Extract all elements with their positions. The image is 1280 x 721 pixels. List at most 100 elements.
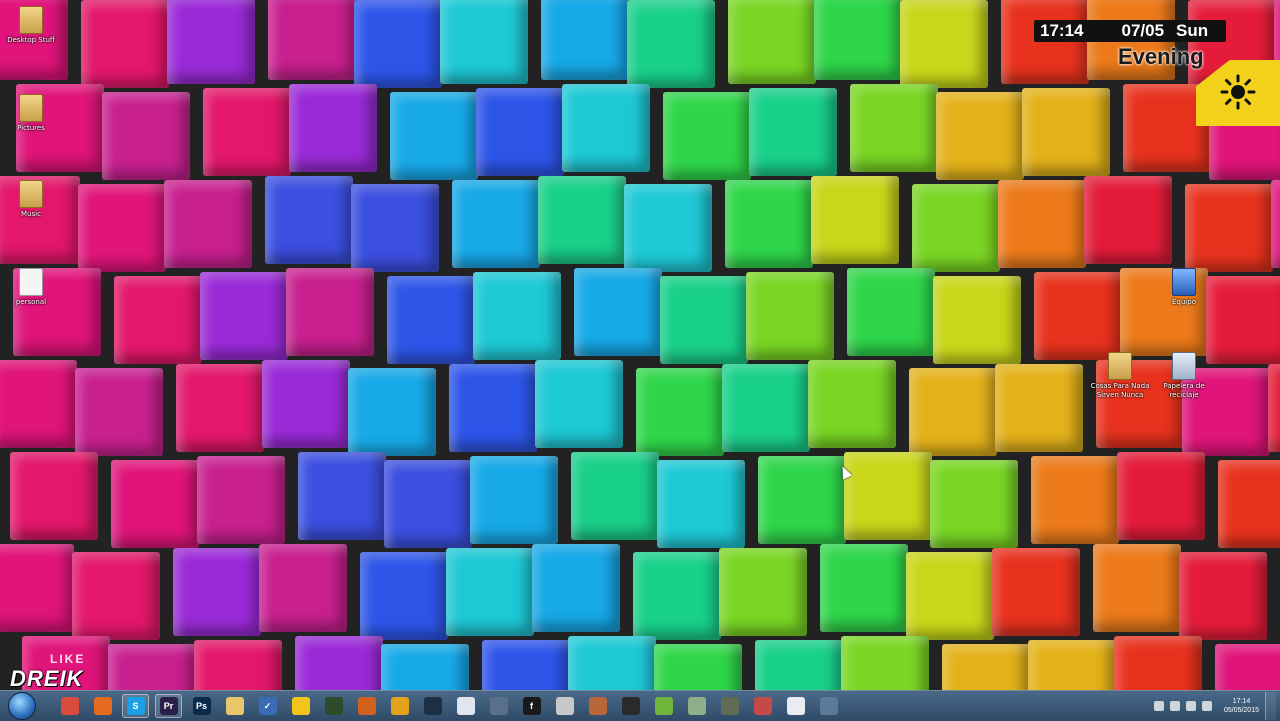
skype-taskbar-button[interactable]: S — [122, 694, 149, 718]
wallpaper-cube — [562, 84, 650, 172]
wallpaper-cube — [808, 360, 896, 448]
tray-time: 17:14 — [1232, 698, 1251, 705]
cookie-icon — [588, 697, 607, 715]
phone-taskbar-button[interactable] — [650, 694, 677, 718]
wallpaper-cube — [906, 552, 994, 640]
desktop-icon-recycle-bin[interactable]: Papelera de reciclaje — [1149, 352, 1219, 400]
tray-date: 05/05/2015 — [1223, 707, 1259, 714]
wallpaper-cube — [820, 544, 908, 632]
wallpaper-cube — [473, 272, 561, 360]
checkmark-taskbar-button[interactable]: ✓ — [254, 694, 281, 718]
wallpaper-cube — [176, 364, 264, 452]
video-taskbar-button[interactable] — [320, 694, 347, 718]
tray-volume-icon[interactable] — [1201, 701, 1212, 711]
terminal-taskbar-button[interactable] — [419, 694, 446, 718]
cookie-taskbar-button[interactable] — [584, 694, 611, 718]
wallpaper-cube — [657, 460, 745, 548]
recycle-bin-icon — [1172, 352, 1196, 380]
wallpaper-cube — [440, 0, 528, 84]
wallpaper-cube — [351, 184, 439, 272]
tray-chevron-icon[interactable] — [1153, 701, 1164, 711]
wallpaper-cube — [909, 368, 997, 456]
tray-network-icon[interactable] — [1185, 701, 1196, 711]
wallpaper-cube — [758, 456, 846, 544]
desktop-icon-label: Desktop Stuff — [7, 36, 55, 44]
firefox-taskbar-button[interactable] — [89, 694, 116, 718]
gamepad-taskbar-button[interactable] — [617, 694, 644, 718]
desktop-icon-pictures[interactable]: Pictures — [0, 94, 66, 133]
checkmark-icon: ✓ — [258, 697, 277, 715]
premiere-icon: Pr — [159, 697, 178, 715]
globe-taskbar-button[interactable] — [815, 694, 842, 718]
computer-icon — [1172, 268, 1196, 296]
wallpaper-cube — [942, 644, 1030, 690]
chrome-taskbar-button[interactable] — [56, 694, 83, 718]
photoshop-taskbar-button[interactable]: Ps — [188, 694, 215, 718]
wallpaper-cube — [725, 180, 813, 268]
desktop-icon-equipo[interactable]: Equipo — [1149, 268, 1219, 307]
wallpaper-cube — [1028, 640, 1116, 690]
tool-taskbar-button[interactable] — [485, 694, 512, 718]
folder-icon — [19, 6, 43, 34]
wallpaper-cube — [10, 452, 98, 540]
skype-icon: S — [126, 697, 145, 715]
wallpaper-cube — [719, 548, 807, 636]
wallpaper-cube — [203, 88, 291, 176]
web-taskbar-button[interactable] — [749, 694, 776, 718]
wallpaper-cube — [532, 544, 620, 632]
wallpaper-cube — [295, 636, 383, 690]
wallpaper-cube — [0, 544, 74, 632]
desktop-icon-cosas[interactable]: Cosas Para Nada Sirven Nunca — [1085, 352, 1155, 400]
desktop-icon-personal[interactable]: personal — [0, 268, 66, 307]
clock-bar: 17:14 07/05 Sun — [1034, 20, 1226, 42]
camera-taskbar-button[interactable] — [551, 694, 578, 718]
tool-icon — [489, 697, 508, 715]
wallpaper-cube — [568, 636, 656, 690]
wallpaper-cube — [850, 84, 938, 172]
box-taskbar-button[interactable] — [716, 694, 743, 718]
wallpaper-cube — [841, 636, 929, 690]
wallpaper-cube — [1114, 636, 1202, 690]
folder-taskbar-button[interactable] — [221, 694, 248, 718]
wallpaper-cube — [197, 456, 285, 544]
folder-icon — [1108, 352, 1132, 380]
watermark-brand: DREIK — [10, 666, 84, 690]
wallpaper-cube — [992, 548, 1080, 636]
wallpaper-cube — [636, 368, 724, 456]
wallpaper-cube — [1031, 456, 1119, 544]
chrome-icon — [60, 697, 79, 715]
network-icon — [687, 697, 706, 715]
start-button[interactable] — [8, 692, 36, 720]
wallpaper-cube — [482, 640, 570, 690]
document-taskbar-button[interactable] — [452, 694, 479, 718]
idea-taskbar-button[interactable] — [287, 694, 314, 718]
firefox-icon — [93, 697, 112, 715]
wallpaper-cube — [381, 644, 469, 690]
flash-taskbar-button[interactable]: f — [518, 694, 545, 718]
tray-clock[interactable]: 17:14 05/05/2015 — [1224, 697, 1259, 715]
premiere-taskbar-button[interactable]: Pr — [155, 694, 182, 718]
wallpaper-cube — [0, 360, 77, 448]
wallpaper-cube — [811, 176, 899, 264]
taskbar: S Pr Ps ✓ f 17:14 05/05/2015 — [0, 690, 1280, 721]
network-taskbar-button[interactable] — [683, 694, 710, 718]
lock-taskbar-button[interactable] — [386, 694, 413, 718]
desktop-icon-music[interactable]: Music — [0, 180, 66, 219]
wallpaper-cube — [998, 180, 1086, 268]
wallpaper-cube — [535, 360, 623, 448]
show-desktop-button[interactable] — [1265, 692, 1276, 720]
notepad-icon — [786, 697, 805, 715]
desktop-icon-desktop-stuff[interactable]: Desktop Stuff — [0, 6, 66, 45]
wallpaper-cube — [72, 552, 160, 640]
folder-icon — [19, 94, 43, 122]
wallpaper-cube — [446, 548, 534, 636]
wallpaper-cube — [164, 180, 252, 268]
desktop[interactable]: Desktop Stuff Pictures Music personal Eq… — [0, 0, 1280, 690]
basketball-taskbar-button[interactable] — [353, 694, 380, 718]
notepad-taskbar-button[interactable] — [782, 694, 809, 718]
lock-icon — [390, 697, 409, 715]
wallpaper-cube — [75, 368, 163, 456]
wallpaper-cube — [1093, 544, 1181, 632]
wallpaper-cube — [262, 360, 350, 448]
tray-flag-icon[interactable] — [1169, 701, 1180, 711]
